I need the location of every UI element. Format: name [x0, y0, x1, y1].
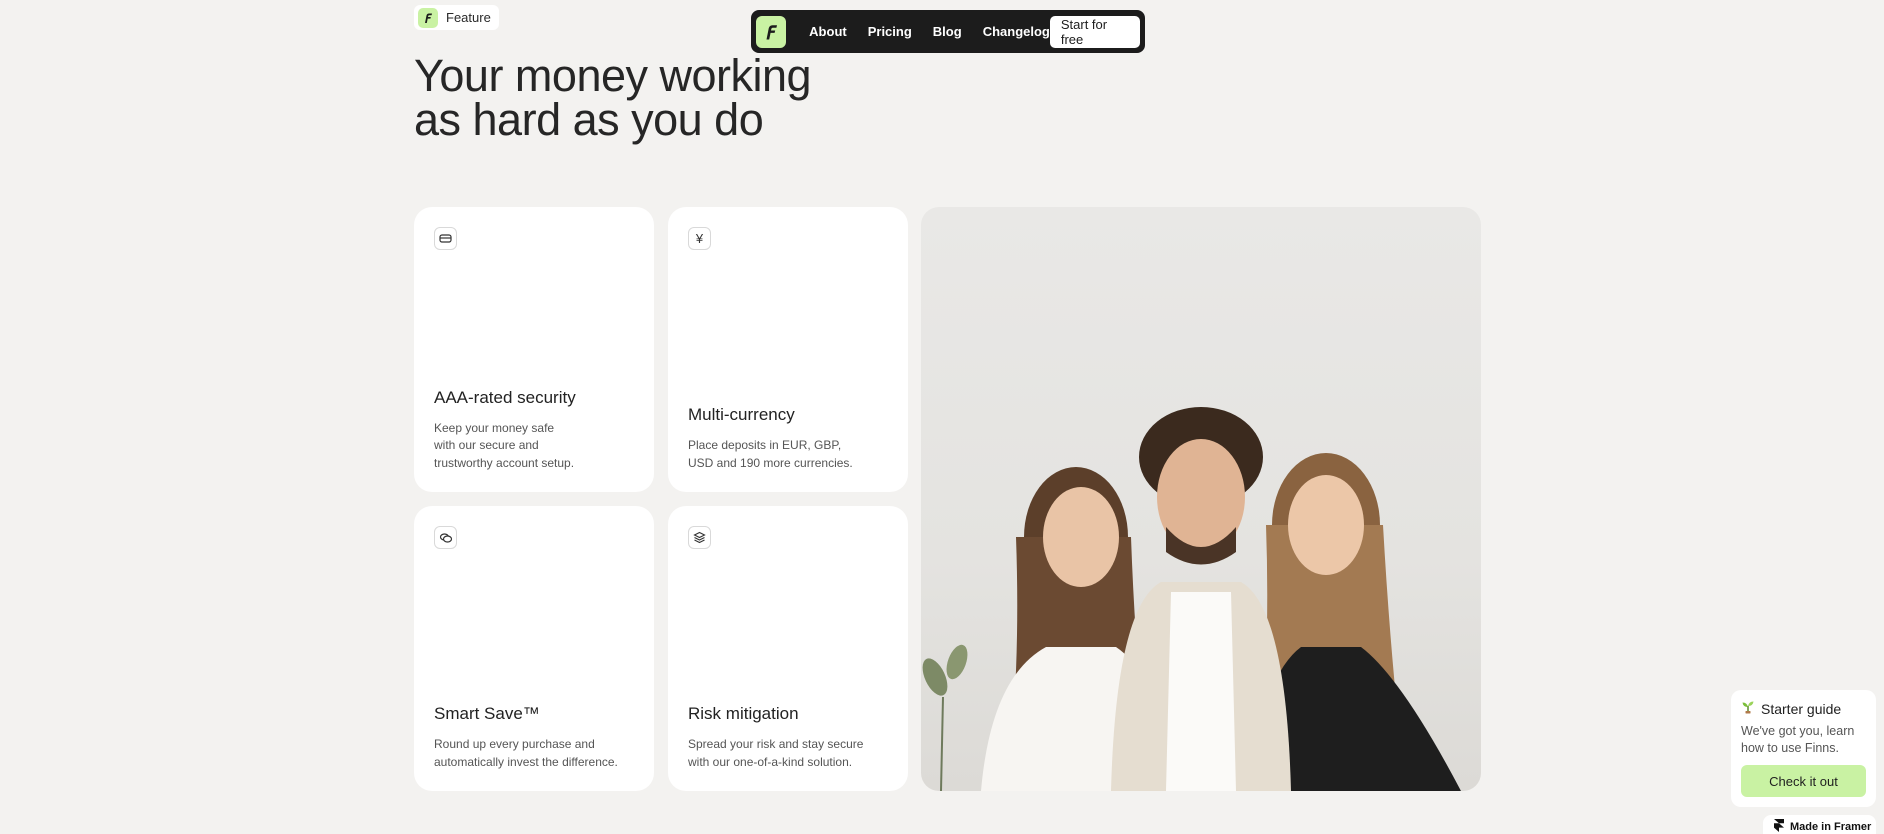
card-desc-line: Round up every purchase and: [434, 737, 595, 751]
yen-icon: ¥: [688, 227, 711, 250]
card-title: AAA-rated security: [434, 387, 576, 407]
card-desc-line: trustworthy account setup.: [434, 455, 575, 470]
starter-guide-description: We've got you, learn how to use Finns.: [1741, 723, 1866, 757]
card-desc-line: Place deposits in EUR, GBP,: [688, 438, 842, 452]
card-description: Spread your risk and stay secure with ou…: [688, 736, 890, 771]
starter-guide-title: Starter guide: [1761, 700, 1842, 717]
card-desc-line: Spread your risk and stay secure: [688, 737, 864, 751]
nav-logo-icon[interactable]: [756, 15, 787, 48]
card-desc-line: with our one-of-a-kind solution.: [688, 754, 853, 769]
top-nav: About Pricing Blog Changelog Start for f…: [751, 10, 1145, 53]
card-icon: [434, 227, 457, 250]
nav-link-about[interactable]: About: [809, 24, 847, 39]
page-headline: Your money working as hard as you do: [414, 53, 812, 145]
team-photo: [921, 207, 1481, 791]
framer-logo-icon: [1774, 819, 1784, 834]
finns-logo-icon: [418, 7, 438, 28]
card-title: Risk mitigation: [688, 704, 799, 723]
card-desc-line: USD and 190 more currencies.: [688, 455, 853, 470]
layers-icon: [688, 526, 711, 549]
card-description: Keep your money safe with our secure and…: [434, 420, 636, 473]
card-desc-line: automatically invest the difference.: [434, 754, 618, 769]
starter-guide-popup: Starter guide We've got you, learn how t…: [1731, 690, 1876, 807]
feature-card-risk-mitigation: Risk mitigation Spread your risk and sta…: [668, 506, 908, 791]
nav-link-pricing[interactable]: Pricing: [868, 24, 912, 39]
starter-desc-line: We've got you, learn: [1741, 724, 1855, 738]
team-photo-illustration: [922, 407, 1461, 791]
card-description: Round up every purchase and automaticall…: [434, 736, 636, 771]
headline-line-2: as hard as you do: [414, 94, 764, 145]
feature-card-multicurrency: ¥ Multi-currency Place deposits in EUR, …: [668, 207, 908, 492]
coins-icon: [434, 526, 457, 549]
card-desc-line: Keep your money safe: [434, 420, 555, 435]
card-description: Place deposits in EUR, GBP, USD and 190 …: [688, 437, 890, 472]
feature-card-security: AAA-rated security Keep your money safe …: [414, 207, 654, 492]
card-title: Multi-currency: [688, 405, 795, 424]
sprout-icon: [1741, 700, 1755, 717]
feature-badge: Feature: [414, 5, 499, 30]
check-it-out-button[interactable]: Check it out: [1741, 765, 1866, 797]
nav-link-blog[interactable]: Blog: [933, 24, 962, 39]
made-in-framer-badge[interactable]: Made in Framer: [1763, 815, 1876, 834]
feature-badge-label: Feature: [446, 10, 491, 25]
card-desc-line: with our secure and: [434, 438, 539, 452]
feature-card-smart-save: Smart Save™ Round up every purchase and …: [414, 506, 654, 791]
nav-links: About Pricing Blog Changelog: [809, 24, 1050, 39]
start-for-free-button[interactable]: Start for free: [1049, 15, 1140, 48]
starter-desc-line: how to use Finns.: [1741, 741, 1839, 755]
card-title: Smart Save™: [434, 704, 540, 723]
nav-link-changelog[interactable]: Changelog: [983, 24, 1050, 39]
made-in-framer-label: Made in Framer: [1790, 821, 1872, 833]
